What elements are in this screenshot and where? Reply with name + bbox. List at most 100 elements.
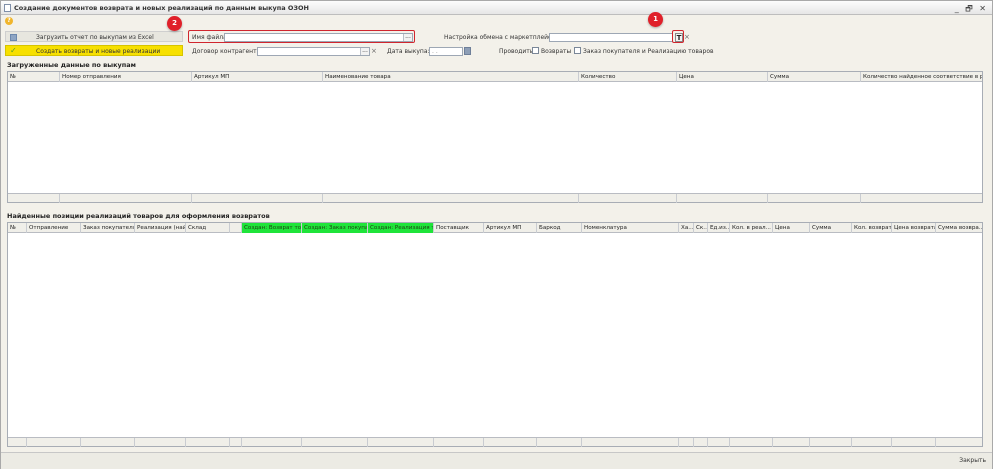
- window-title: Создание документов возврата и новых реа…: [14, 4, 309, 12]
- footer-cell: [768, 194, 861, 203]
- footer-cell: [679, 438, 694, 447]
- footer-cell: [434, 438, 484, 447]
- column-header[interactable]: Создан: Возврат то...: [242, 223, 302, 233]
- post-label: Проводить:: [499, 48, 536, 55]
- column-header[interactable]: Артикул МП: [192, 72, 323, 82]
- table-footer: [8, 193, 982, 203]
- table-header: № Номер отправления Артикул МП Наименова…: [8, 72, 982, 82]
- footer-cell: [484, 438, 537, 447]
- footer-cell: [892, 438, 936, 447]
- exchange-label: Настройка обмена с маркетплейсом:: [444, 34, 562, 41]
- footer-cell: [60, 194, 192, 203]
- footer-cell: [852, 438, 892, 447]
- footer-cell: [186, 438, 230, 447]
- column-header[interactable]: Заказ покупателя: [81, 223, 135, 233]
- contract-clear-icon[interactable]: ×: [371, 47, 377, 55]
- create-returns-label: Создать возвраты и новые реализации: [36, 48, 161, 55]
- highlight-box-2: [188, 30, 415, 43]
- footer-cell: [537, 438, 582, 447]
- column-header[interactable]: Создан: Заказ покупа...: [302, 223, 368, 233]
- footer-cell: [773, 438, 810, 447]
- exchange-input[interactable]: [549, 33, 673, 42]
- column-header[interactable]: Сумма: [810, 223, 852, 233]
- found-positions-table[interactable]: № Отправление Заказ покупателя Реализаци…: [7, 222, 983, 447]
- returns-checkbox[interactable]: [532, 47, 539, 54]
- column-header[interactable]: Цена: [773, 223, 810, 233]
- column-header[interactable]: Артикул МП: [484, 223, 537, 233]
- callout-badge-2: 2: [167, 16, 182, 31]
- footer-cell: [81, 438, 135, 447]
- close-button[interactable]: Закрыть: [959, 456, 986, 466]
- column-header[interactable]: Цена возврата: [892, 223, 936, 233]
- column-header[interactable]: Цена: [677, 72, 768, 82]
- column-header[interactable]: Сумма возвра...: [936, 223, 982, 233]
- column-header[interactable]: Поставщик: [434, 223, 484, 233]
- column-header[interactable]: Номенклатура: [582, 223, 679, 233]
- column-header[interactable]: Сумма: [768, 72, 861, 82]
- column-header[interactable]: Реализация (най...: [135, 223, 186, 233]
- orders-label: Заказ покупателя и Реализацию товаров: [583, 48, 714, 55]
- contract-select-button[interactable]: ...: [360, 48, 369, 55]
- footer-cell: [8, 438, 27, 447]
- excel-icon: [10, 34, 17, 41]
- footer-cell: [230, 438, 242, 447]
- footer-cell: [242, 438, 302, 447]
- column-header[interactable]: Ха...: [679, 223, 694, 233]
- date-input[interactable]: . .: [429, 47, 463, 56]
- uploaded-data-table[interactable]: № Номер отправления Артикул МП Наименова…: [7, 71, 983, 203]
- column-header[interactable]: Наименование товара: [323, 72, 579, 82]
- column-header[interactable]: Кол. возврат: [852, 223, 892, 233]
- table-header: № Отправление Заказ покупателя Реализаци…: [8, 223, 982, 233]
- footer-cell: [368, 438, 434, 447]
- create-returns-button[interactable]: ✓ Создать возвраты и новые реализации: [5, 45, 183, 56]
- column-header[interactable]: №: [8, 223, 27, 233]
- contract-input[interactable]: ...: [257, 47, 370, 56]
- column-header[interactable]: [230, 223, 242, 233]
- column-header[interactable]: Склад: [186, 223, 230, 233]
- date-label: Дата выкупа:: [387, 48, 430, 55]
- footer-cell: [579, 194, 677, 203]
- highlight-box-1: [672, 30, 684, 43]
- date-value: . .: [432, 48, 438, 55]
- column-header[interactable]: Создан: Реализация т...: [368, 223, 434, 233]
- window-controls[interactable]: _ 🗗 ✕: [955, 3, 988, 17]
- footer-cell: [810, 438, 852, 447]
- footer-cell: [8, 194, 60, 203]
- title-bar: Создание документов возврата и новых реа…: [1, 1, 992, 15]
- column-header[interactable]: Количество: [579, 72, 677, 82]
- checkmark-icon: ✓: [10, 46, 17, 55]
- footer-cell: [582, 438, 679, 447]
- column-header[interactable]: Ед.из...: [708, 223, 730, 233]
- footer-cell: [708, 438, 730, 447]
- footer-cell: [192, 194, 323, 203]
- bottom-bar: Закрыть: [1, 452, 992, 469]
- footer-cell: [135, 438, 186, 447]
- load-excel-button[interactable]: Загрузить отчет по выкупам из Excel: [5, 31, 183, 42]
- footer-cell: [302, 438, 368, 447]
- document-icon: [4, 4, 11, 12]
- footer-cell: [694, 438, 708, 447]
- returns-label: Возвраты: [541, 48, 572, 55]
- uploaded-section-title: Загруженные данные по выкупам: [7, 61, 136, 69]
- column-header[interactable]: Баркод: [537, 223, 582, 233]
- column-header[interactable]: Кол. в реал...: [730, 223, 773, 233]
- column-header[interactable]: Ск...: [694, 223, 708, 233]
- orders-checkbox[interactable]: [574, 47, 581, 54]
- column-header[interactable]: №: [8, 72, 60, 82]
- column-header[interactable]: Количество найденное соответствие в реа.…: [861, 72, 982, 82]
- column-header[interactable]: Отправление: [27, 223, 81, 233]
- help-icon[interactable]: ?: [5, 17, 13, 25]
- application-window: Создание документов возврата и новых реа…: [0, 0, 993, 469]
- footer-cell: [730, 438, 773, 447]
- table-footer: [8, 437, 982, 447]
- load-excel-label: Загрузить отчет по выкупам из Excel: [36, 34, 154, 41]
- footer-cell: [323, 194, 579, 203]
- exchange-clear-icon[interactable]: ×: [684, 33, 690, 41]
- footer-cell: [27, 438, 81, 447]
- callout-badge-1: 1: [648, 12, 663, 27]
- column-header[interactable]: Номер отправления: [60, 72, 192, 82]
- contract-label: Договор контрагента:: [192, 48, 263, 55]
- calendar-icon[interactable]: [464, 47, 471, 55]
- found-section-title: Найденные позиции реализаций товаров для…: [7, 212, 270, 220]
- footer-cell: [677, 194, 768, 203]
